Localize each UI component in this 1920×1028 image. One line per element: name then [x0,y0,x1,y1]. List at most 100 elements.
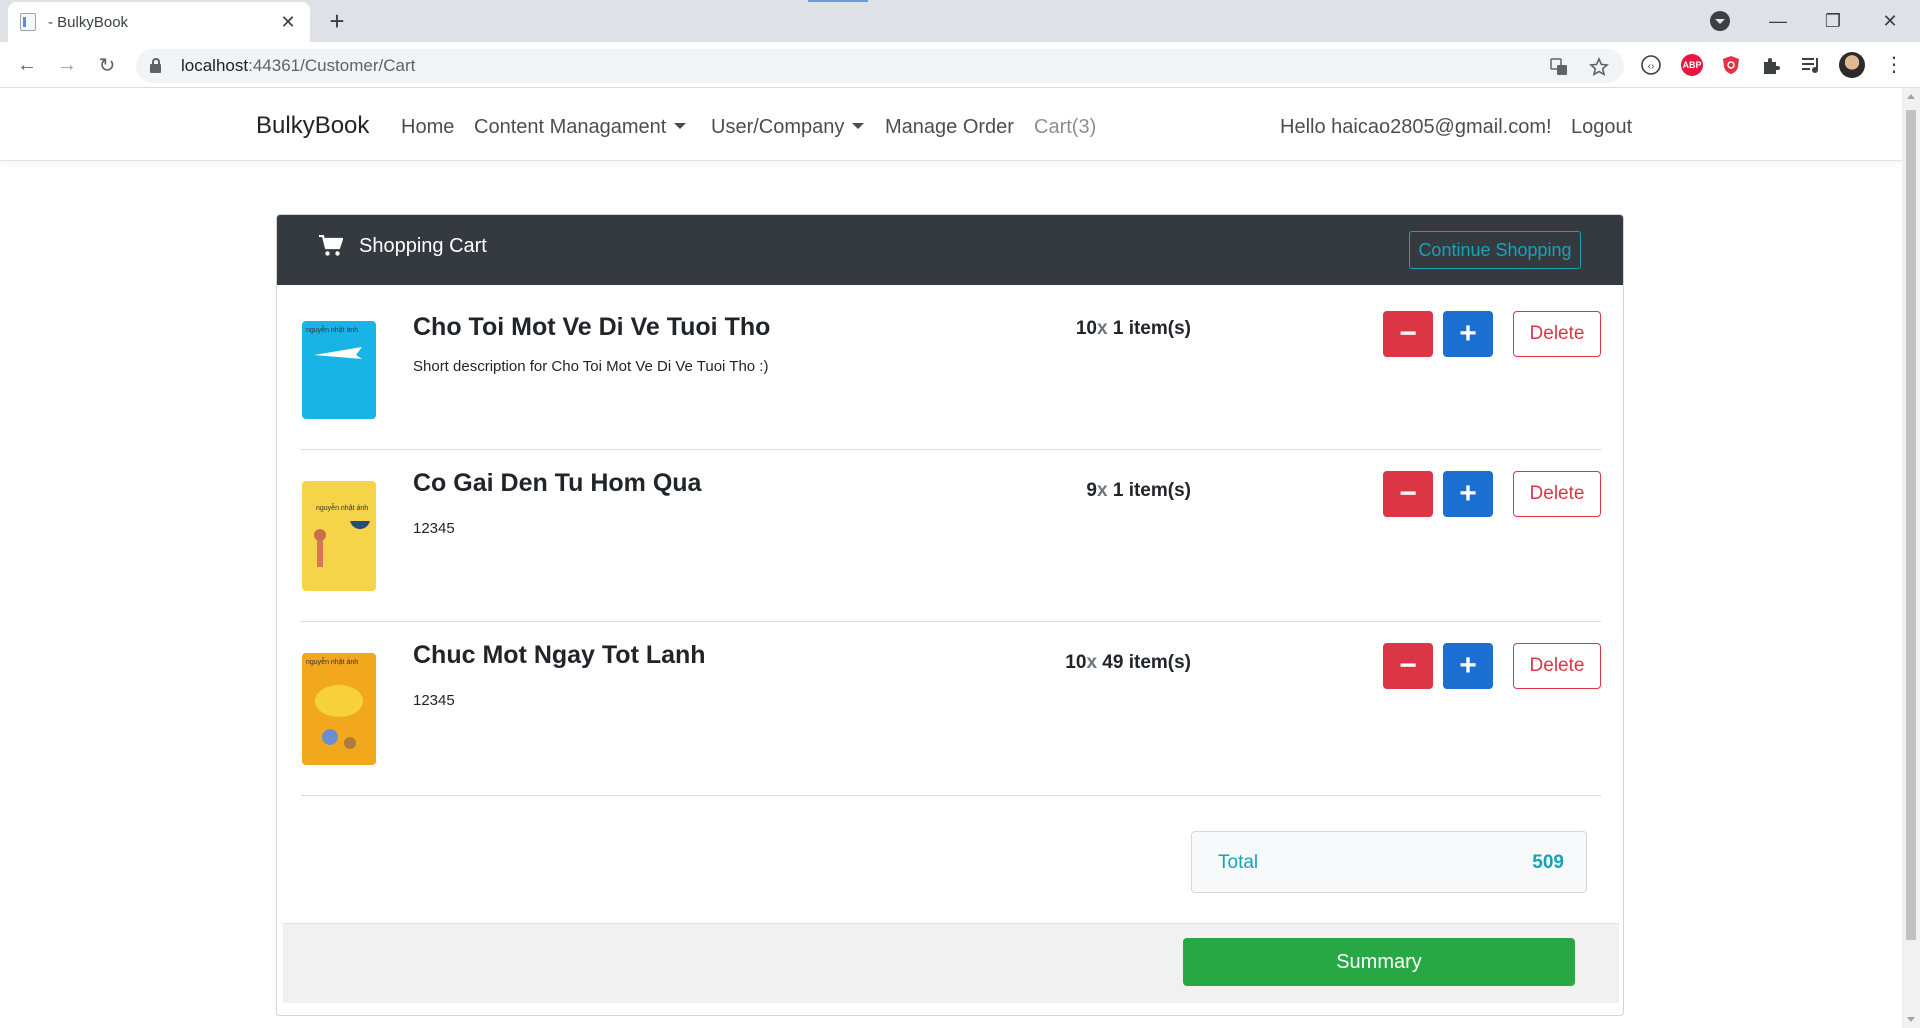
scroll-up-icon[interactable] [1907,94,1915,99]
delete-item-button[interactable]: Delete [1513,471,1601,517]
book-cover-plane-art [314,347,362,359]
forward-arrow-icon[interactable]: → [52,50,82,80]
chevron-down-icon [852,123,865,129]
user-greeting[interactable]: Hello haicao2805@gmail.com! [1280,116,1552,139]
window-restore-button[interactable]: ❐ [1811,6,1855,36]
cart-item: nguyễn nhật ánh Cho Toi Mot Ve Di Ve Tuo… [301,285,1601,447]
browser-tab-bar: - BulkyBook ✕ + — ❐ ✕ [0,0,1920,42]
nav-content-management[interactable]: Content Managament [474,116,687,139]
address-bar[interactable]: localhost:44361/Customer/Cart [136,49,1624,83]
nav-cart[interactable]: Cart(3) [1034,116,1096,139]
nav-home[interactable]: Home [401,116,454,139]
item-price: 10 [1065,652,1087,673]
delete-item-button[interactable]: Delete [1513,311,1601,357]
item-divider [301,795,1601,796]
cart-item: nguyễn nhật ánh Chuc Mot Ngay Tot Lanh 1… [301,621,1601,795]
minus-icon: − [1399,317,1417,350]
item-description: 12345 [413,520,455,537]
nav-content-management-label: Content Managament [474,116,667,138]
cart-header: Shopping Cart Continue Shopping [277,215,1623,285]
scroll-down-icon[interactable] [1907,1017,1915,1022]
tab-close-icon[interactable]: ✕ [278,12,298,33]
back-arrow-icon[interactable]: ← [12,50,42,80]
profile-avatar[interactable] [1839,52,1865,78]
item-title: Co Gai Den Tu Hom Qua [413,469,702,497]
media-queue-icon[interactable] [1800,54,1822,76]
nav-manage-order[interactable]: Manage Order [885,116,1014,139]
plus-icon: + [1459,477,1477,510]
item-price-quantity: 9x 1 item(s) [991,480,1191,502]
times-sign: x [1097,318,1108,339]
translate-icon[interactable] [1550,58,1568,76]
plus-icon: + [1459,317,1477,350]
nav-user-company-label: User/Company [711,116,845,138]
item-price: 10 [1075,318,1097,339]
tab-search-icon[interactable] [1710,11,1730,31]
decrease-quantity-button[interactable]: − [1383,311,1433,357]
item-price-quantity: 10x 1 item(s) [991,318,1191,340]
summary-button[interactable]: Summary [1183,938,1575,986]
book-cover-image[interactable]: nguyễn nhật ánh [302,481,376,591]
increase-quantity-button[interactable]: + [1443,471,1493,517]
total-box: Total 509 [1191,831,1587,893]
item-description: 12345 [413,692,455,709]
book-cover-image[interactable]: nguyễn nhật ánh [302,653,376,765]
app-navbar: BulkyBook Home Content Managament User/C… [0,88,1902,161]
page-scrollbar[interactable] [1902,88,1920,1028]
book-cover-girl-art [314,521,370,567]
continue-shopping-button[interactable]: Continue Shopping [1409,231,1581,269]
tab-strip-accent [808,0,868,2]
nav-user-company[interactable]: User/Company [711,116,865,139]
item-quantity: 1 item(s) [1112,480,1191,501]
minus-icon: − [1399,649,1417,682]
item-price: 9 [1086,480,1097,501]
lock-icon[interactable] [150,57,161,73]
chevron-down-icon [674,123,687,129]
item-quantity: 49 item(s) [1102,652,1191,673]
shield-extension-icon[interactable] [1720,54,1742,76]
adblock-icon[interactable]: ABP [1681,54,1703,76]
cart-item: nguyễn nhật ánh Co Gai Den Tu Hom Qua 12… [301,449,1601,621]
item-description: Short description for Cho Toi Mot Ve Di … [413,358,769,375]
book-cover-author: nguyễn nhật ánh [316,505,369,512]
item-title: Cho Toi Mot Ve Di Ve Tuoi Tho [413,313,771,341]
total-value: 509 [1532,852,1564,873]
url-path: :44361/Customer/Cart [248,56,416,75]
page-favicon-icon [20,13,36,31]
total-label: Total [1218,852,1259,873]
item-quantity: 1 item(s) [1112,318,1191,339]
tab-title: - BulkyBook [48,13,129,31]
increase-quantity-button[interactable]: + [1443,311,1493,357]
times-sign: x [1097,480,1108,501]
browser-toolbar: ← → ↻ localhost:44361/Customer/Cart ‹› A… [0,42,1920,88]
web-page: BulkyBook Home Content Managament User/C… [0,88,1902,1028]
increase-quantity-button[interactable]: + [1443,643,1493,689]
book-cover-author: nguyễn nhật ánh [306,659,359,666]
plus-icon: + [1459,649,1477,682]
bookmark-star-icon[interactable] [1589,57,1609,77]
brand-link[interactable]: BulkyBook [256,112,369,140]
svg-text:‹›: ‹› [1648,61,1655,72]
new-tab-button[interactable]: + [322,6,352,36]
delete-item-button[interactable]: Delete [1513,643,1601,689]
browser-menu-icon[interactable]: ⋮ [1884,52,1904,77]
cart-title: Shopping Cart [359,235,487,257]
book-cover-art [315,685,363,749]
shopping-cart-icon [319,235,343,256]
extensions-puzzle-icon[interactable] [1760,54,1782,76]
times-sign: x [1086,652,1098,673]
window-minimize-button[interactable]: — [1756,6,1800,36]
decrease-quantity-button[interactable]: − [1383,471,1433,517]
window-close-button[interactable]: ✕ [1868,6,1912,36]
nav-logout[interactable]: Logout [1571,116,1632,139]
shopping-cart-card: Shopping Cart Continue Shopping nguyễn n… [276,214,1624,1016]
reload-icon[interactable]: ↻ [92,50,122,80]
browser-tab[interactable]: - BulkyBook ✕ [8,2,310,42]
book-cover-image[interactable]: nguyễn nhật ánh [302,321,376,419]
item-title: Chuc Mot Ngay Tot Lanh [413,641,706,669]
scrollbar-thumb[interactable] [1906,110,1916,940]
minus-icon: − [1399,477,1417,510]
decrease-quantity-button[interactable]: − [1383,643,1433,689]
cart-footer: Summary [283,923,1619,1003]
extension-code-icon[interactable]: ‹› [1640,54,1662,76]
